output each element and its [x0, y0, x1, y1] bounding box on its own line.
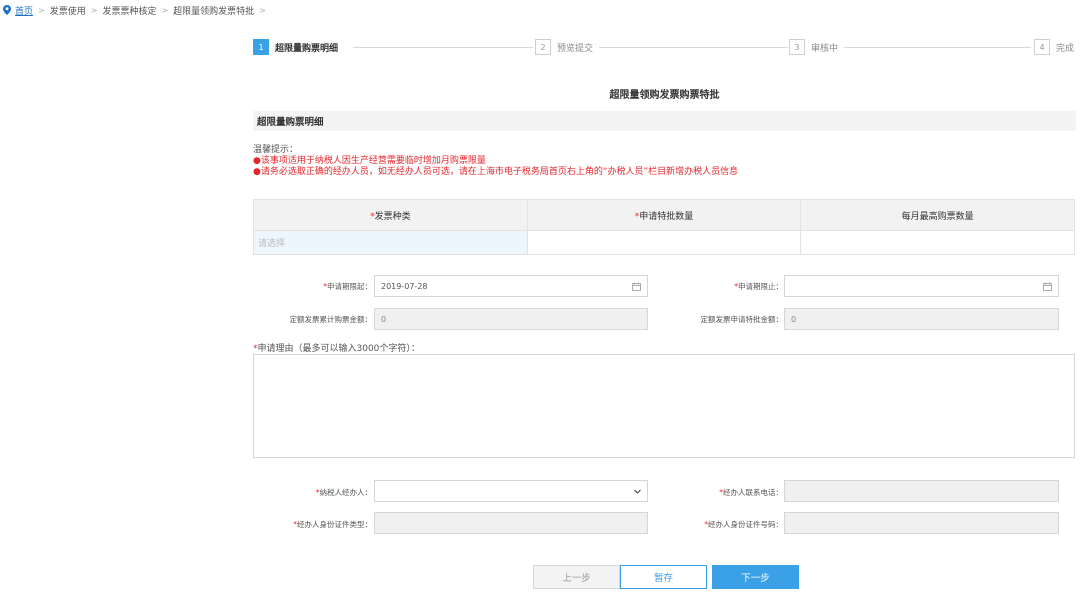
- label-text: 申请理由（最多可以输入3000个字符）：: [257, 344, 420, 354]
- save-draft-button[interactable]: 暂存: [620, 565, 707, 589]
- step-number: 3: [789, 39, 805, 55]
- tip-line: ●请务必选取正确的经办人员，如无经办人员可选，请在上海市电子税务局首页右上角的“…: [253, 167, 739, 177]
- label-text: 经办人身份证件号码：: [708, 520, 783, 529]
- breadcrumb-item-invoice-type[interactable]: 发票票种核定: [102, 4, 156, 17]
- breadcrumb-item-invoice-use[interactable]: 发票使用: [50, 4, 86, 17]
- step-1: 1 超限量购票明细: [253, 39, 345, 55]
- step-connector: [598, 47, 788, 48]
- agent-select[interactable]: [374, 480, 648, 502]
- breadcrumb-separator: >: [259, 5, 266, 15]
- step-connector: [843, 47, 1031, 48]
- page-title: 超限量领购发票购票特批: [609, 90, 720, 101]
- end-date-label: *申请期限止：: [734, 281, 783, 292]
- start-date-label: *申请期限起：: [323, 281, 372, 292]
- total-amount-field: 0: [374, 308, 648, 330]
- table-row: 请选择: [253, 230, 1075, 255]
- tips-title: 温馨提示：: [253, 145, 299, 155]
- breadcrumb-separator: >: [161, 5, 169, 15]
- column-header-monthly-max: 每月最高购票数量: [800, 199, 1075, 231]
- column-header-label: 发票种类: [374, 211, 411, 222]
- reason-label: *申请理由（最多可以输入3000个字符）：: [253, 341, 420, 354]
- agent-label: *纳税人经办人：: [316, 487, 372, 498]
- end-date-input[interactable]: [784, 275, 1059, 297]
- tips-block: 温馨提示： ●该事项适用于纳税人因生产经营需要临时增加月购票限量 ●请务必选取正…: [253, 145, 738, 178]
- special-amount-label: 定额发票申请特批金额：: [700, 315, 784, 324]
- calendar-icon[interactable]: [632, 282, 641, 291]
- label-text: 纳税人经办人：: [319, 488, 373, 497]
- label-text: 申请期限止：: [738, 282, 783, 291]
- phone-label: *经办人联系电话：: [719, 487, 783, 498]
- step-label: 预览提交: [557, 43, 594, 54]
- chevron-down-icon[interactable]: [633, 487, 642, 496]
- breadcrumb-item-current: 超限量领购发票特批: [173, 6, 255, 17]
- invoice-type-select[interactable]: 请选择: [253, 230, 528, 255]
- label-text: 经办人联系电话：: [723, 488, 783, 497]
- quantity-cell[interactable]: [526, 230, 802, 255]
- step-2: 2 预览提交: [535, 39, 600, 55]
- tip-line: ●该事项适用于纳税人因生产经营需要临时增加月购票限量: [253, 156, 486, 166]
- breadcrumb: 首页 > 发票使用 > 发票票种核定 > 超限量领购发票特批 >: [3, 3, 271, 17]
- next-step-button[interactable]: 下一步: [712, 565, 799, 589]
- column-header-invoice-type: *发票种类: [253, 199, 528, 231]
- id-type-label: *经办人身份证件类型：: [293, 519, 372, 530]
- step-number: 4: [1034, 39, 1050, 55]
- special-amount-field: 0: [784, 308, 1059, 330]
- calendar-icon[interactable]: [1043, 282, 1052, 291]
- step-4: 4 完成: [1034, 39, 1080, 55]
- step-label: 审核中: [811, 43, 839, 54]
- breadcrumb-home-link[interactable]: 首页: [15, 4, 33, 17]
- column-header-quantity: *申请特批数量: [526, 199, 802, 231]
- start-date-input[interactable]: 2019-07-28: [374, 275, 648, 297]
- phone-field: [784, 480, 1059, 502]
- reason-textarea[interactable]: [253, 354, 1075, 458]
- id-number-label: *经办人身份证件号码：: [704, 519, 783, 530]
- id-number-field: [784, 512, 1059, 534]
- label-text: 申请期限起：: [327, 282, 372, 291]
- progress-steps: 1 超限量购票明细 2 预览提交 3 审核中 4 完成: [253, 39, 1080, 55]
- column-header-label: 每月最高购票数量: [901, 211, 974, 222]
- step-3: 3 审核中: [789, 39, 845, 55]
- total-amount-label: 定额发票累计购票金额：: [289, 315, 373, 324]
- section-header: 超限量购票明细: [253, 111, 1076, 131]
- breadcrumb-separator: >: [90, 5, 98, 15]
- prev-step-button[interactable]: 上一步: [533, 565, 620, 589]
- label-text: 经办人身份证件类型：: [297, 520, 372, 529]
- column-header-label: 申请特批数量: [639, 211, 694, 222]
- step-number: 1: [253, 39, 269, 55]
- id-type-field: [374, 512, 648, 534]
- step-number: 2: [535, 39, 551, 55]
- location-pin-icon: [3, 5, 11, 15]
- step-label: 超限量购票明细: [275, 43, 339, 54]
- breadcrumb-separator: >: [38, 5, 45, 15]
- invoice-table: *发票种类 *申请特批数量 每月最高购票数量 请选择: [253, 199, 1075, 255]
- monthly-max-cell: [800, 230, 1075, 255]
- step-connector: [353, 47, 533, 48]
- step-label: 完成: [1056, 43, 1075, 54]
- start-date-value: 2019-07-28: [381, 281, 428, 291]
